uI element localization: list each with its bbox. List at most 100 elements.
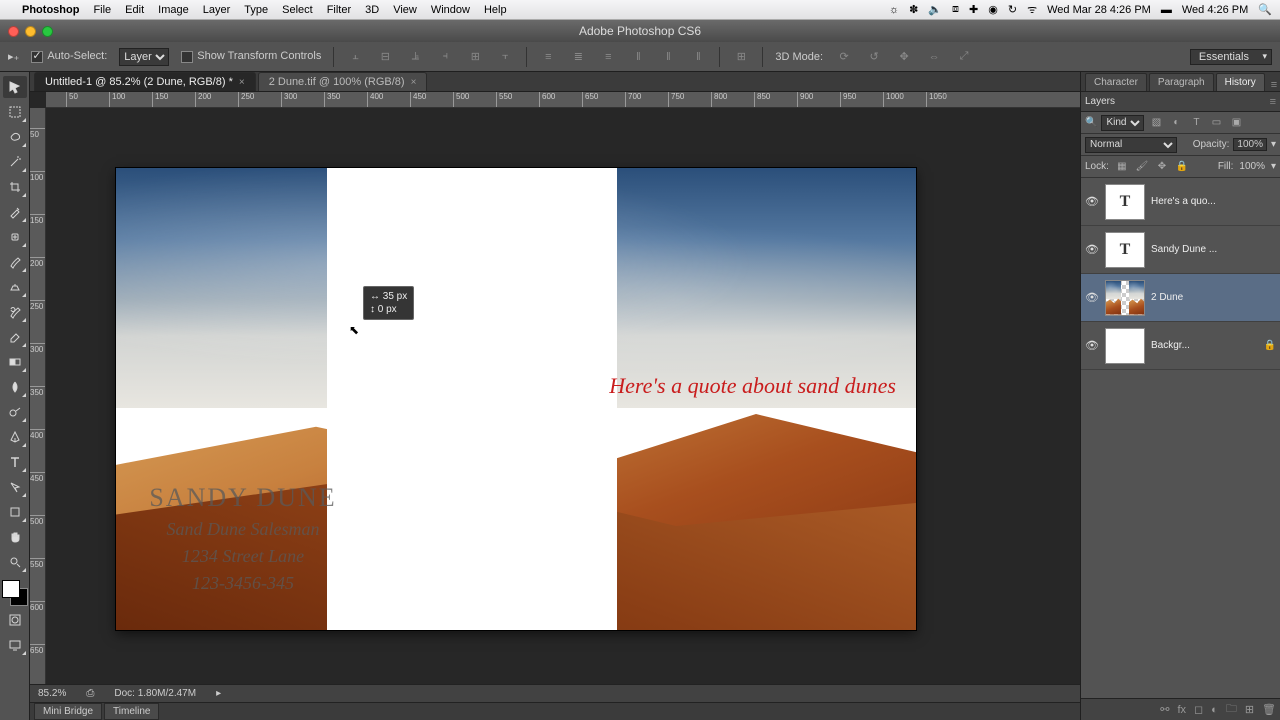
clone-stamp-tool[interactable] bbox=[3, 276, 27, 298]
align-vcenter-icon[interactable]: ⊟ bbox=[376, 48, 394, 66]
layer-thumbnail[interactable] bbox=[1105, 328, 1145, 364]
visibility-toggle-icon[interactable]: 👁 bbox=[1085, 339, 1099, 352]
app-name[interactable]: Photoshop bbox=[22, 4, 79, 16]
menubar-clock-short[interactable]: Wed 4:26 PM bbox=[1182, 4, 1248, 16]
menu-select[interactable]: Select bbox=[282, 4, 313, 16]
layer-name[interactable]: Here's a quo... bbox=[1151, 196, 1276, 207]
layers-tab[interactable]: Layers bbox=[1085, 96, 1115, 107]
layer-row[interactable]: 👁Backgr...🔒 bbox=[1081, 322, 1280, 370]
filter-adjustment-icon[interactable]: ◐ bbox=[1168, 115, 1184, 131]
align-bottom-icon[interactable]: ⫡ bbox=[406, 48, 424, 66]
menubar-evernote-icon[interactable]: ◉ bbox=[988, 3, 998, 16]
menubar-battery-icon[interactable]: ▬ bbox=[1161, 4, 1172, 16]
filter-type-dropdown[interactable]: Kind bbox=[1101, 115, 1144, 131]
file-info-icon[interactable]: ⎙ bbox=[86, 688, 94, 699]
mini-bridge-tab[interactable]: Mini Bridge bbox=[34, 703, 102, 720]
crop-tool[interactable] bbox=[3, 176, 27, 198]
distribute-vcenter-icon[interactable]: ≣ bbox=[569, 48, 587, 66]
close-tab-icon[interactable]: × bbox=[411, 77, 417, 88]
blend-mode-dropdown[interactable]: Normal bbox=[1085, 137, 1177, 153]
filter-icon[interactable]: 🔍 bbox=[1085, 117, 1097, 128]
canvas-viewport[interactable]: SANDY DUNE Sand Dune Salesman 1234 Stree… bbox=[46, 108, 1080, 684]
history-tab[interactable]: History bbox=[1216, 73, 1265, 91]
timeline-tab[interactable]: Timeline bbox=[104, 703, 159, 720]
ruler-horizontal[interactable]: 5010015020025030035040045050055060065070… bbox=[46, 92, 1080, 108]
menu-view[interactable]: View bbox=[393, 4, 417, 16]
distribute-hcenter-icon[interactable]: ‖ bbox=[659, 48, 677, 66]
history-brush-tool[interactable] bbox=[3, 301, 27, 323]
blur-tool[interactable] bbox=[3, 376, 27, 398]
align-top-icon[interactable]: ⫠ bbox=[346, 48, 364, 66]
menubar-wifi-icon[interactable]: ᯤ bbox=[1027, 2, 1037, 17]
eraser-tool[interactable] bbox=[3, 326, 27, 348]
group-icon[interactable]: 🗀 bbox=[1226, 700, 1237, 719]
document-tab-2[interactable]: 2 Dune.tif @ 100% (RGB/8)× bbox=[258, 72, 428, 91]
layer-style-icon[interactable]: fx bbox=[1177, 704, 1186, 716]
menu-window[interactable]: Window bbox=[431, 4, 470, 16]
filter-smart-icon[interactable]: ▣ bbox=[1228, 115, 1244, 131]
menubar-asterisk-icon[interactable]: ✽ bbox=[909, 3, 918, 16]
menu-image[interactable]: Image bbox=[158, 4, 189, 16]
menu-type[interactable]: Type bbox=[244, 4, 268, 16]
canvas[interactable]: SANDY DUNE Sand Dune Salesman 1234 Stree… bbox=[116, 168, 916, 630]
move-tool[interactable] bbox=[3, 76, 27, 98]
align-right-icon[interactable]: ⫟ bbox=[496, 48, 514, 66]
menubar-volume-icon[interactable]: 🔈 bbox=[928, 3, 942, 16]
layer-name[interactable]: Sandy Dune ... bbox=[1151, 244, 1276, 255]
filter-shape-icon[interactable]: ▭ bbox=[1208, 115, 1224, 131]
auto-align-icon[interactable]: ⊞ bbox=[732, 48, 750, 66]
layer-name[interactable]: Backgr... bbox=[1151, 340, 1258, 351]
eyedropper-tool[interactable] bbox=[3, 201, 27, 223]
auto-select-checkbox[interactable]: Auto-Select: bbox=[31, 50, 107, 62]
adjustment-layer-icon[interactable]: ◐ bbox=[1211, 704, 1218, 716]
visibility-toggle-icon[interactable]: 👁 bbox=[1085, 195, 1099, 208]
distribute-right-icon[interactable]: ‖ bbox=[689, 48, 707, 66]
zoom-tool[interactable] bbox=[3, 551, 27, 573]
opacity-dropdown-icon[interactable]: ▾ bbox=[1271, 139, 1276, 150]
layer-thumbnail[interactable] bbox=[1105, 280, 1145, 316]
color-swatches[interactable] bbox=[2, 580, 28, 606]
document-tab-1[interactable]: Untitled-1 @ 85.2% (2 Dune, RGB/8) *× bbox=[34, 72, 256, 91]
menu-filter[interactable]: Filter bbox=[327, 4, 351, 16]
lock-all-icon[interactable]: 🔒 bbox=[1175, 160, 1189, 174]
layer-thumbnail[interactable]: T bbox=[1105, 184, 1145, 220]
workspace-dropdown[interactable]: Essentials bbox=[1190, 49, 1272, 65]
layer-row[interactable]: 👁TSandy Dune ... bbox=[1081, 226, 1280, 274]
3d-slide-icon[interactable]: ⇔ bbox=[925, 48, 943, 66]
menu-file[interactable]: File bbox=[93, 4, 111, 16]
filter-type-icon[interactable]: T bbox=[1188, 115, 1204, 131]
link-layers-icon[interactable]: ⚯ bbox=[1160, 703, 1169, 716]
layer-name[interactable]: 2 Dune bbox=[1151, 292, 1276, 303]
fill-dropdown-icon[interactable]: ▾ bbox=[1271, 161, 1276, 172]
spotlight-icon[interactable]: 🔍 bbox=[1258, 3, 1272, 16]
visibility-toggle-icon[interactable]: 👁 bbox=[1085, 243, 1099, 256]
menu-layer[interactable]: Layer bbox=[203, 4, 231, 16]
brush-tool[interactable] bbox=[3, 251, 27, 273]
doc-info-flyout-icon[interactable]: ▸ bbox=[216, 688, 221, 699]
dodge-tool[interactable] bbox=[3, 401, 27, 423]
filter-pixel-icon[interactable]: ▧ bbox=[1148, 115, 1164, 131]
align-hcenter-icon[interactable]: ⊞ bbox=[466, 48, 484, 66]
pen-tool[interactable] bbox=[3, 426, 27, 448]
3d-pan-icon[interactable]: ✥ bbox=[895, 48, 913, 66]
align-left-icon[interactable]: ⫞ bbox=[436, 48, 454, 66]
3d-scale-icon[interactable]: ⤢ bbox=[955, 48, 973, 66]
menu-edit[interactable]: Edit bbox=[125, 4, 144, 16]
path-selection-tool[interactable] bbox=[3, 476, 27, 498]
marquee-tool[interactable] bbox=[3, 101, 27, 123]
close-tab-icon[interactable]: × bbox=[239, 77, 245, 88]
new-layer-icon[interactable]: ⊞ bbox=[1245, 703, 1254, 716]
menubar-clock-full[interactable]: Wed Mar 28 4:26 PM bbox=[1047, 4, 1151, 16]
distribute-left-icon[interactable]: ‖ bbox=[629, 48, 647, 66]
visibility-toggle-icon[interactable]: 👁 bbox=[1085, 291, 1099, 304]
gradient-tool[interactable] bbox=[3, 351, 27, 373]
lock-pixels-icon[interactable]: 🖌 bbox=[1135, 160, 1149, 174]
menubar-dropbox-icon[interactable]: ⧈ bbox=[952, 3, 959, 16]
type-tool[interactable] bbox=[3, 451, 27, 473]
layer-row[interactable]: 👁 2 Dune bbox=[1081, 274, 1280, 322]
lock-position-icon[interactable]: ✥ bbox=[1155, 160, 1169, 174]
character-tab[interactable]: Character bbox=[1085, 73, 1147, 91]
layer-row[interactable]: 👁 T Here's a quo... bbox=[1081, 178, 1280, 226]
menubar-sun-icon[interactable]: ☼ bbox=[889, 4, 899, 16]
3d-orbit-icon[interactable]: ⟳ bbox=[835, 48, 853, 66]
